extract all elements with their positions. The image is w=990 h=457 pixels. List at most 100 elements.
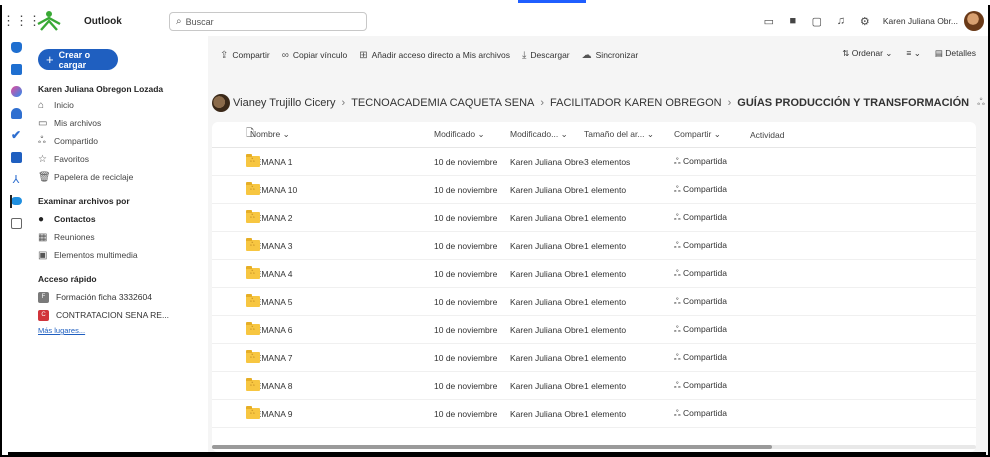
- app-launcher-icon[interactable]: ⋮⋮⋮: [2, 13, 41, 29]
- apps-icon: [10, 217, 22, 229]
- column-sharing[interactable]: Compartir ⌄: [674, 129, 750, 140]
- nav-item-media[interactable]: ▣ Elementos multimedia: [38, 246, 208, 264]
- site-icon: F: [38, 291, 49, 303]
- file-name[interactable]: SEMANA 2: [246, 213, 434, 223]
- create-upload-button[interactable]: + Crear o cargar: [38, 49, 118, 70]
- modified-by: Karen Juliana Obreg: [510, 296, 584, 307]
- gear-icon[interactable]: ⚙: [853, 9, 877, 33]
- rail-item-people[interactable]: [2, 102, 30, 124]
- column-label: Tamaño del ar...: [584, 129, 645, 139]
- nav-item-home[interactable]: ⌂ Inicio: [38, 96, 208, 114]
- folder-icon-cell: ஃ: [212, 154, 260, 167]
- column-size[interactable]: Tamaño del ar... ⌄: [584, 129, 674, 140]
- horizontal-scrollbar[interactable]: [212, 445, 976, 449]
- user-name[interactable]: Karen Juliana Obr...: [883, 16, 958, 26]
- create-upload-label: Crear o cargar: [58, 49, 91, 70]
- quick-item-formacion[interactable]: F Formación ficha 3332604: [38, 288, 208, 306]
- table-row[interactable]: ஃ SEMANA 10 10 de noviembre Karen Juliana O…: [212, 176, 976, 204]
- column-activity[interactable]: Actividad: [750, 130, 820, 140]
- details-icon: ▤: [934, 48, 943, 58]
- chat-icon[interactable]: ▢: [805, 9, 829, 33]
- sharing-status[interactable]: ஃ Compartida: [674, 240, 750, 252]
- sharing-status[interactable]: ஃ Compartida: [674, 324, 750, 336]
- sort-button[interactable]: ⇅ Ordenar ⌄: [842, 48, 892, 59]
- copy-link-button[interactable]: ∞ Copiar vínculo: [282, 50, 347, 61]
- breadcrumb-item[interactable]: TECNOACADEMIA CAQUETA SENA: [351, 97, 534, 109]
- table-row[interactable]: ஃ SEMANA 9 10 de noviembre Karen Juliana Ob…: [212, 400, 976, 428]
- breadcrumb: Vianey Trujillo Cicery › TECNOACADEMIA C…: [212, 92, 990, 114]
- file-name[interactable]: SEMANA 3: [246, 241, 434, 251]
- table-row[interactable]: ஃ SEMANA 7 10 de noviembre Karen Juliana Ob…: [212, 344, 976, 372]
- plus-icon: +: [46, 52, 54, 67]
- file-name[interactable]: SEMANA 4: [246, 269, 434, 279]
- sharing-status[interactable]: ஃ Compartida: [674, 352, 750, 364]
- rail-item-copilot[interactable]: [2, 80, 30, 102]
- table-row[interactable]: ஃ SEMANA 1 10 de noviembre Karen Juliana Ob…: [212, 148, 976, 176]
- sharing-status[interactable]: ஃ Compartida: [674, 408, 750, 420]
- rail-item-teams[interactable]: ⅄: [2, 168, 30, 190]
- chevron-right-icon: ›: [540, 97, 545, 109]
- table-row[interactable]: ஃ SEMANA 6 10 de noviembre Karen Juliana Ob…: [212, 316, 976, 344]
- nav-item-shared[interactable]: ஃ Compartido: [38, 132, 208, 150]
- share-button[interactable]: ⇪ Compartir: [220, 50, 270, 61]
- scrollbar-thumb[interactable]: [212, 445, 772, 449]
- table-row[interactable]: ஃ SEMANA 4 10 de noviembre Karen Juliana Ob…: [212, 260, 976, 288]
- quick-item-contratacion[interactable]: C CONTRATACION SENA RE...: [38, 306, 208, 324]
- feedback-icon[interactable]: ▭: [757, 9, 781, 33]
- breadcrumb-item[interactable]: Vianey Trujillo Cicery: [233, 97, 336, 109]
- nav-item-favorites[interactable]: ☆ Favoritos: [38, 150, 208, 168]
- file-name[interactable]: SEMANA 9: [246, 409, 434, 419]
- column-modified-by[interactable]: Modificado... ⌄: [510, 129, 584, 140]
- nav-item-recycle-bin[interactable]: 🗑 Papelera de reciclaje: [38, 168, 208, 186]
- breadcrumb-item[interactable]: FACILITADOR KAREN OBREGON: [550, 97, 722, 109]
- avatar[interactable]: [964, 11, 984, 31]
- table-row[interactable]: ஃ SEMANA 8 10 de noviembre Karen Juliana Ob…: [212, 372, 976, 400]
- file-name[interactable]: SEMANA 7: [246, 353, 434, 363]
- nav-item-my-files[interactable]: ▭ Mis archivos: [38, 114, 208, 132]
- bell-icon[interactable]: ♫: [829, 9, 853, 33]
- file-type-column[interactable]: 🗋: [212, 126, 254, 143]
- file-name[interactable]: SEMANA 1: [246, 157, 434, 167]
- avatar: [212, 94, 230, 112]
- file-name[interactable]: SEMANA 6: [246, 325, 434, 335]
- table-row[interactable]: ஃ SEMANA 2 10 de noviembre Karen Juliana Ob…: [212, 204, 976, 232]
- column-label: Nombre: [250, 129, 281, 139]
- sharing-status[interactable]: ஃ Compartida: [674, 380, 750, 392]
- column-label: Compartir: [674, 129, 712, 139]
- store-icon[interactable]: ■: [781, 9, 805, 33]
- nav-item-label: Favoritos: [54, 154, 89, 164]
- sharing-status[interactable]: ஃ Compartida: [674, 212, 750, 224]
- sync-button[interactable]: ☁ Sincronizar: [582, 50, 639, 61]
- column-name[interactable]: Nombre ⌄: [246, 129, 434, 140]
- add-shortcut-button[interactable]: ⊞ Añadir acceso directo a Mis archivos: [359, 50, 510, 61]
- folder-icon: ஃ: [246, 154, 260, 167]
- nav-item-contacts[interactable]: ● Contactos: [38, 210, 208, 228]
- app-name[interactable]: Outlook: [84, 16, 122, 27]
- search-input[interactable]: ⌕ Buscar: [169, 12, 367, 31]
- details-button[interactable]: ▤ Detalles: [935, 48, 976, 59]
- file-name[interactable]: SEMANA 5: [246, 297, 434, 307]
- more-places-link[interactable]: Más lugares...: [38, 326, 208, 335]
- nav-item-meetings[interactable]: ▦ Reuniones: [38, 228, 208, 246]
- nav-item-label: Compartido: [54, 136, 98, 146]
- folder-icon: ▭: [38, 117, 48, 129]
- rail-item-todo[interactable]: ✔: [2, 124, 30, 146]
- table-header: 🗋 Nombre ⌄ Modificado ⌄ Modificado... ⌄ …: [212, 122, 976, 148]
- sharing-status[interactable]: ஃ Compartida: [674, 156, 750, 168]
- sharing-status[interactable]: ஃ Compartida: [674, 296, 750, 308]
- download-button[interactable]: ⤓ Descargar: [522, 50, 570, 61]
- rail-item-calendar[interactable]: [2, 58, 30, 80]
- view-options-button[interactable]: ≡ ⌄: [906, 48, 920, 59]
- sharing-status[interactable]: ஃ Compartida: [674, 268, 750, 280]
- shared-icon[interactable]: ஃ: [977, 97, 985, 109]
- column-modified[interactable]: Modificado ⌄: [434, 129, 510, 140]
- rail-item-apps[interactable]: [2, 212, 30, 234]
- rail-item-onedrive[interactable]: [2, 190, 30, 212]
- file-name[interactable]: SEMANA 8: [246, 381, 434, 391]
- rail-item-word[interactable]: [2, 146, 30, 168]
- sharing-status[interactable]: ஃ Compartida: [674, 184, 750, 196]
- file-name[interactable]: SEMANA 10: [246, 185, 434, 195]
- table-row[interactable]: ஃ SEMANA 5 10 de noviembre Karen Juliana Ob…: [212, 288, 976, 316]
- rail-item-mail[interactable]: [2, 36, 30, 58]
- table-row[interactable]: ஃ SEMANA 3 10 de noviembre Karen Juliana Ob…: [212, 232, 976, 260]
